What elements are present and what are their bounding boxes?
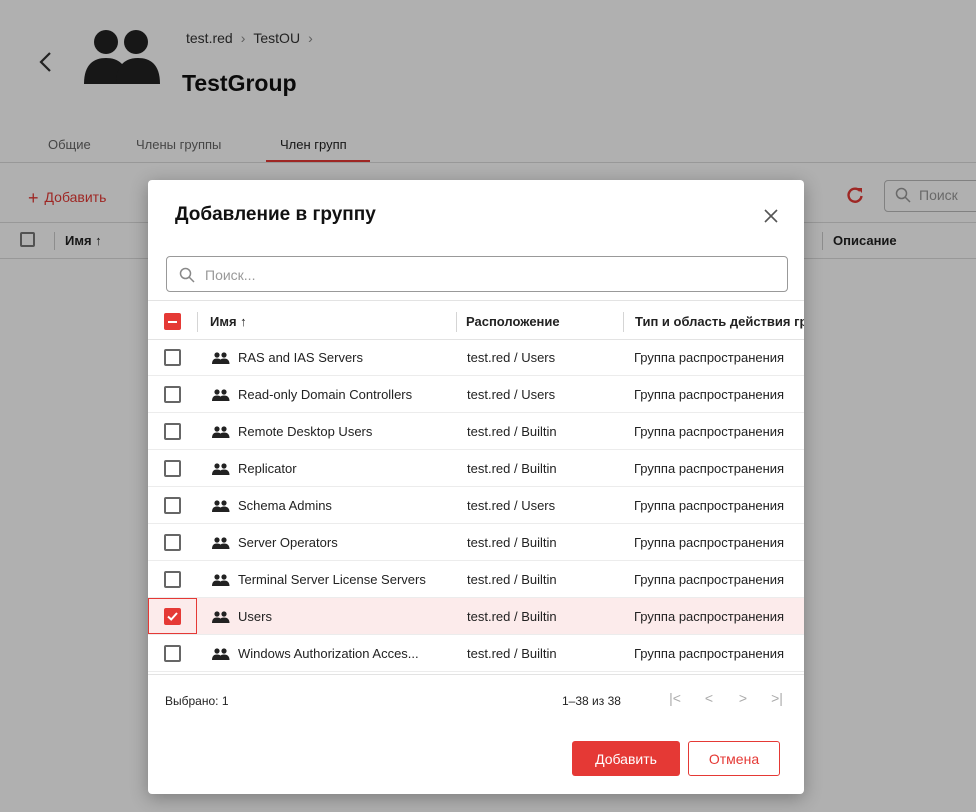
- row-type: Группа распространения: [634, 609, 785, 624]
- table-row[interactable]: Terminal Server License Servers test.red …: [148, 561, 804, 598]
- group-icon: [212, 351, 230, 364]
- row-name: Terminal Server License Servers: [238, 572, 426, 587]
- row-checkbox[interactable]: [164, 497, 181, 514]
- row-name: Schema Admins: [238, 498, 332, 513]
- row-checkbox[interactable]: [164, 386, 181, 403]
- column-separator: [623, 312, 624, 332]
- first-page-icon[interactable]: |<: [666, 690, 684, 710]
- group-icon: [212, 647, 230, 660]
- dialog-search-input[interactable]: [203, 263, 767, 287]
- table-row[interactable]: Windows Authorization Acces... test.red /…: [148, 635, 804, 672]
- row-location: test.red / Users: [467, 350, 556, 365]
- group-icon: [212, 536, 230, 549]
- row-checkbox[interactable]: [164, 534, 181, 551]
- divider: [148, 300, 804, 301]
- column-header-type[interactable]: Тип и область действия группы: [635, 314, 804, 329]
- table-row[interactable]: Schema Admins test.red / Users Группа расп…: [148, 487, 804, 524]
- row-name: Read-only Domain Controllers: [238, 387, 413, 402]
- dialog-search-field[interactable]: [166, 256, 788, 292]
- prev-page-icon[interactable]: <: [700, 690, 718, 710]
- row-type: Группа распространения: [634, 535, 785, 550]
- row-location: test.red / Builtin: [467, 609, 557, 624]
- table-row[interactable]: Remote Desktop Users test.red / Builtin Гр…: [148, 413, 804, 450]
- row-checkbox[interactable]: [164, 460, 181, 477]
- row-location: test.red / Users: [467, 498, 556, 513]
- group-icon: [212, 462, 230, 475]
- row-checkbox[interactable]: [164, 423, 181, 440]
- checkmark-icon: [167, 612, 178, 621]
- row-name: Windows Authorization Acces...: [238, 646, 419, 661]
- group-icon: [212, 425, 230, 438]
- group-icon: [212, 573, 230, 586]
- row-type: Группа распространения: [634, 461, 785, 476]
- add-to-group-dialog: Добавление в группу Имя ↑ Расположение Т…: [148, 180, 804, 794]
- group-list: RAS and IAS Servers test.red / Users Групп…: [148, 339, 804, 672]
- cancel-button[interactable]: Отмена: [688, 741, 780, 776]
- row-type: Группа распространения: [634, 498, 785, 513]
- pagination-range: 1–38 из 38: [562, 694, 621, 708]
- row-location: test.red / Builtin: [467, 535, 557, 550]
- row-name: Server Operators: [238, 535, 338, 550]
- row-checkbox[interactable]: [164, 645, 181, 662]
- column-header-name[interactable]: Имя ↑: [210, 314, 247, 329]
- row-type: Группа распространения: [634, 387, 785, 402]
- add-button[interactable]: Добавить: [572, 741, 680, 776]
- row-name: Remote Desktop Users: [238, 424, 373, 439]
- table-row[interactable]: Users test.red / Builtin Группа распростра…: [148, 598, 804, 635]
- table-row[interactable]: Read-only Domain Controllers test.red / U…: [148, 376, 804, 413]
- row-name: RAS and IAS Servers: [238, 350, 363, 365]
- column-separator: [197, 312, 198, 332]
- table-row[interactable]: Server Operators test.red / Builtin Группа…: [148, 524, 804, 561]
- row-type: Группа распространения: [634, 572, 785, 587]
- row-location: test.red / Builtin: [467, 424, 557, 439]
- row-location: test.red / Builtin: [467, 646, 557, 661]
- row-location: test.red / Builtin: [467, 572, 557, 587]
- selected-count: Выбрано: 1: [165, 694, 229, 708]
- row-checkbox[interactable]: [164, 349, 181, 366]
- row-name: Users: [238, 609, 272, 624]
- row-type: Группа распространения: [634, 424, 785, 439]
- table-row[interactable]: Replicator test.red / Builtin Группа распр…: [148, 450, 804, 487]
- dialog-title: Добавление в группу: [175, 204, 376, 225]
- group-icon: [212, 499, 230, 512]
- table-row[interactable]: RAS and IAS Servers test.red / Users Групп…: [148, 339, 804, 376]
- column-separator: [456, 312, 457, 332]
- row-checkbox[interactable]: [164, 608, 181, 625]
- row-checkbox[interactable]: [164, 571, 181, 588]
- next-page-icon[interactable]: >: [734, 690, 752, 710]
- close-icon[interactable]: [762, 207, 780, 225]
- row-location: test.red / Builtin: [467, 461, 557, 476]
- group-icon: [212, 388, 230, 401]
- row-name: Replicator: [238, 461, 297, 476]
- column-header-location[interactable]: Расположение: [466, 314, 560, 329]
- divider: [148, 674, 804, 675]
- row-type: Группа распространения: [634, 646, 785, 661]
- row-type: Группа распространения: [634, 350, 785, 365]
- group-icon: [212, 610, 230, 623]
- last-page-icon[interactable]: >|: [768, 690, 786, 710]
- search-icon: [179, 267, 195, 283]
- select-all-checkbox[interactable]: [164, 313, 181, 330]
- row-location: test.red / Users: [467, 387, 556, 402]
